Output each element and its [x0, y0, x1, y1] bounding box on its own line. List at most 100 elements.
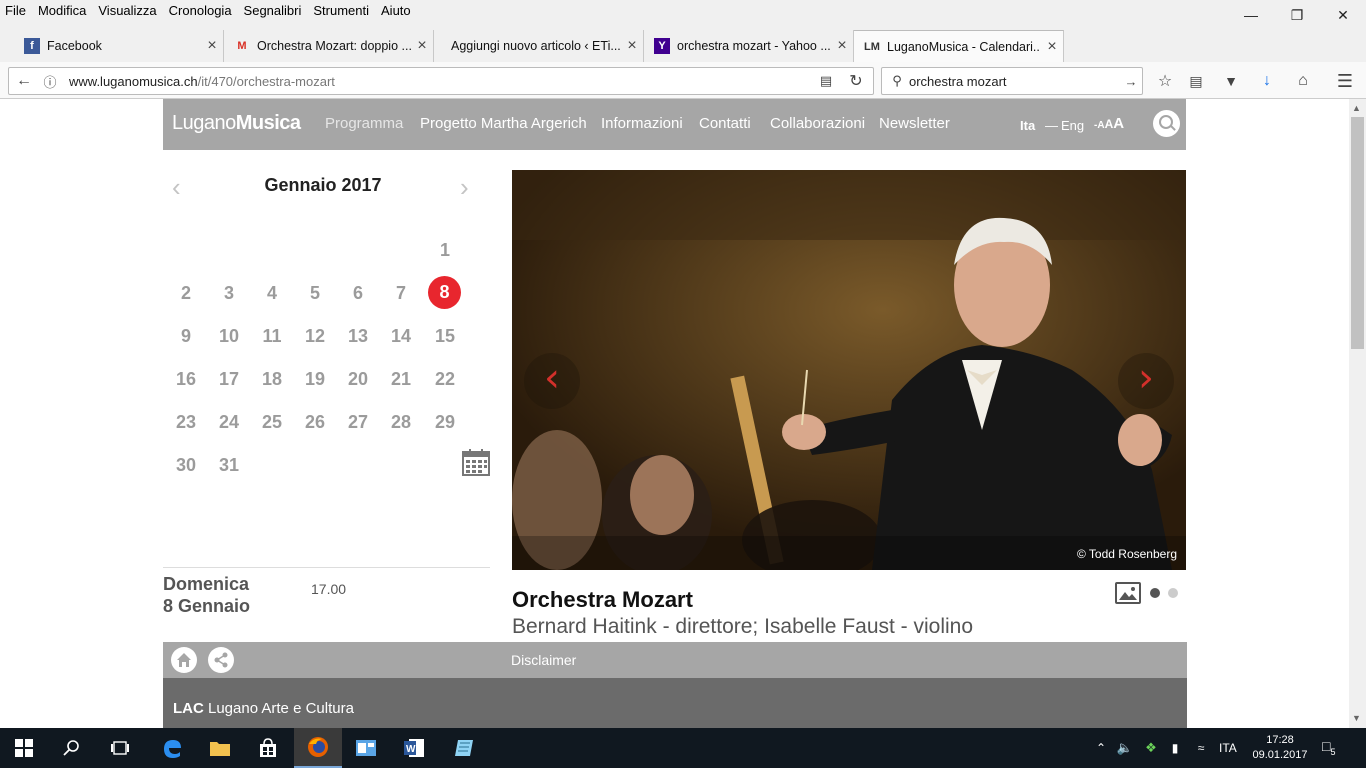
- clock[interactable]: 17:28 09.01.2017: [1250, 733, 1310, 763]
- nav-collaborazioni[interactable]: Collaborazioni: [770, 115, 865, 132]
- calendar-day[interactable]: 23: [169, 405, 203, 439]
- start-button[interactable]: [0, 728, 48, 768]
- calendar-day[interactable]: 20: [341, 362, 375, 396]
- slider-prev-icon[interactable]: ‹: [524, 353, 580, 409]
- taskbar-outlook[interactable]: [342, 728, 390, 768]
- url-text[interactable]: www.luganomusica.ch/it/470/orchestra-moz…: [69, 74, 335, 89]
- calendar-day[interactable]: 30: [169, 448, 203, 482]
- calendar-day[interactable]: 19: [298, 362, 332, 396]
- calendar-day[interactable]: 4: [255, 276, 289, 310]
- scroll-thumb[interactable]: [1351, 117, 1364, 349]
- calendar-day[interactable]: 24: [212, 405, 246, 439]
- calendar-day[interactable]: 29: [428, 405, 462, 439]
- menu-modifica[interactable]: Modifica: [32, 0, 92, 18]
- nav-programma[interactable]: Programma: [325, 115, 403, 132]
- calendar-day[interactable]: 6: [341, 276, 375, 310]
- nav-newsletter[interactable]: Newsletter: [879, 115, 950, 132]
- home-button[interactable]: [171, 647, 197, 673]
- tab-facebook[interactable]: f Facebook ×: [0, 30, 224, 62]
- address-bar[interactable]: ← ⓘ www.luganomusica.ch/it/470/orchestra…: [8, 67, 874, 95]
- calendar-day[interactable]: 21: [384, 362, 418, 396]
- tab-yahoo[interactable]: Y orchestra mozart - Yahoo ... ×: [644, 30, 854, 62]
- close-tab-icon[interactable]: ×: [831, 37, 853, 55]
- wifi-icon[interactable]: ≈: [1188, 728, 1214, 768]
- calendar-day[interactable]: 18: [255, 362, 289, 396]
- download-icon[interactable]: ↓: [1254, 68, 1280, 94]
- calendar-next-icon[interactable]: ›: [460, 172, 469, 203]
- hamburger-menu-icon[interactable]: ☰: [1332, 68, 1358, 94]
- bookmark-star-icon[interactable]: ☆: [1152, 68, 1178, 94]
- calendar-day[interactable]: 27: [341, 405, 375, 439]
- scroll-down-icon[interactable]: ▼: [1352, 713, 1361, 723]
- gallery-icon[interactable]: [1115, 582, 1141, 604]
- task-view-button[interactable]: [96, 728, 144, 768]
- calendar-day[interactable]: 7: [384, 276, 418, 310]
- close-tab-icon[interactable]: ×: [411, 37, 433, 55]
- menu-visualizza[interactable]: Visualizza: [92, 0, 162, 18]
- search-input[interactable]: orchestra mozart: [909, 74, 1007, 89]
- calendar-day[interactable]: 14: [384, 319, 418, 353]
- menu-file[interactable]: File: [0, 0, 32, 18]
- calendar-day[interactable]: 9: [169, 319, 203, 353]
- info-icon[interactable]: ⓘ: [37, 68, 63, 94]
- taskbar-edge[interactable]: [148, 728, 196, 768]
- slider-dot[interactable]: [1168, 588, 1178, 598]
- restore-icon[interactable]: ❐: [1274, 0, 1320, 30]
- lang-ita[interactable]: Ita: [1020, 118, 1035, 133]
- pocket-icon[interactable]: ▼: [1218, 68, 1244, 94]
- nav-progetto-martha-argerich[interactable]: Progetto Martha Argerich: [420, 115, 587, 132]
- calendar-day[interactable]: 1: [428, 233, 462, 267]
- calendar-day[interactable]: 16: [169, 362, 203, 396]
- taskbar-file-explorer[interactable]: [196, 728, 244, 768]
- tab-luganomusica[interactable]: LM LuganoMusica - Calendari... ×: [854, 30, 1064, 62]
- site-logo[interactable]: LuganoMusica: [172, 112, 301, 135]
- calendar-day[interactable]: 28: [384, 405, 418, 439]
- calendar-day[interactable]: 3: [212, 276, 246, 310]
- slider-dot-active[interactable]: [1150, 588, 1160, 598]
- tab-eti[interactable]: Aggiungi nuovo articolo ‹ ETi... ×: [434, 30, 644, 62]
- calendar-day[interactable]: 11: [255, 319, 289, 353]
- reader-view-icon[interactable]: ▤: [813, 68, 839, 94]
- tab-gmail[interactable]: M Orchestra Mozart: doppio ... ×: [224, 30, 434, 62]
- calendar-day[interactable]: 22: [428, 362, 462, 396]
- input-language[interactable]: ITA: [1219, 741, 1237, 755]
- calendar-day[interactable]: 17: [212, 362, 246, 396]
- minimize-icon[interactable]: —: [1228, 0, 1274, 30]
- calendar-day[interactable]: 31: [212, 448, 246, 482]
- nav-informazioni[interactable]: Informazioni: [601, 115, 683, 132]
- calendar-day[interactable]: 13: [341, 319, 375, 353]
- slider-next-icon[interactable]: ›: [1118, 353, 1174, 409]
- close-window-icon[interactable]: ✕: [1320, 0, 1366, 30]
- calendar-icon[interactable]: [462, 448, 490, 476]
- lac-link[interactable]: LAC Lugano Arte e Cultura: [173, 700, 354, 717]
- close-tab-icon[interactable]: ×: [1041, 38, 1063, 56]
- dropbox-icon[interactable]: ❖: [1138, 728, 1164, 768]
- font-size-control[interactable]: -AAA: [1094, 115, 1124, 133]
- reload-icon[interactable]: ↻: [843, 68, 869, 94]
- calendar-day[interactable]: 25: [255, 405, 289, 439]
- menu-cronologia[interactable]: Cronologia: [163, 0, 238, 18]
- close-tab-icon[interactable]: ×: [621, 37, 643, 55]
- home-icon[interactable]: ⌂: [1290, 68, 1316, 94]
- site-search-icon[interactable]: [1153, 110, 1180, 137]
- menu-strumenti[interactable]: Strumenti: [307, 0, 375, 18]
- notification-center-icon[interactable]: □5: [1322, 738, 1335, 757]
- battery-icon[interactable]: ▮: [1162, 728, 1188, 768]
- calendar-day[interactable]: 12: [298, 319, 332, 353]
- calendar-day[interactable]: 2: [169, 276, 203, 310]
- menu-aiuto[interactable]: Aiuto: [375, 0, 417, 18]
- lang-eng[interactable]: Eng: [1061, 118, 1084, 133]
- calendar-day[interactable]: 5: [298, 276, 332, 310]
- calendar-day-today[interactable]: 8: [428, 276, 461, 309]
- taskbar-firefox[interactable]: [294, 728, 342, 768]
- scroll-up-icon[interactable]: ▲: [1352, 103, 1361, 113]
- taskbar-store[interactable]: [244, 728, 292, 768]
- menu-segnalibri[interactable]: Segnalibri: [238, 0, 308, 18]
- share-button[interactable]: [208, 647, 234, 673]
- volume-icon[interactable]: 🔈: [1112, 728, 1138, 768]
- go-arrow-icon[interactable]: →: [1118, 68, 1144, 94]
- close-tab-icon[interactable]: ×: [201, 37, 223, 55]
- page-scrollbar[interactable]: ▲ ▼: [1349, 99, 1366, 728]
- calendar-day[interactable]: 10: [212, 319, 246, 353]
- back-icon[interactable]: ←: [11, 68, 37, 94]
